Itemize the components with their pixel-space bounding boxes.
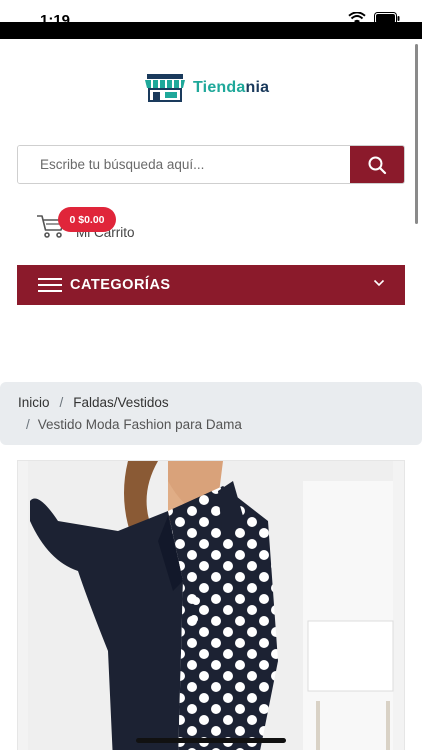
breadcrumb: Inicio / Faldas/Vestidos / Vestido Moda … (0, 382, 422, 445)
categories-menu[interactable]: CATEGORÍAS (17, 265, 405, 305)
breadcrumb-separator: / (26, 417, 30, 432)
breadcrumb-current: Vestido Moda Fashion para Dama (37, 417, 242, 432)
hamburger-icon (38, 278, 62, 292)
home-indicator (136, 738, 286, 743)
breadcrumb-category-link[interactable]: Faldas/Vestidos (73, 395, 168, 410)
breadcrumb-home-link[interactable]: Inicio (18, 395, 50, 410)
brand-logo[interactable]: Tiendania (143, 74, 269, 102)
product-image[interactable] (17, 460, 405, 750)
search-bar (17, 145, 405, 184)
product-photo (18, 461, 404, 750)
brand-name: Tiendania (193, 79, 270, 96)
search-button[interactable] (350, 146, 404, 183)
categories-label: CATEGORÍAS (70, 277, 171, 293)
store-logo-icon (145, 74, 185, 102)
search-icon (368, 156, 387, 174)
cart-button[interactable]: Mi Carrito 0 $0.00 (36, 207, 176, 247)
cart-total-badge: 0 $0.00 (58, 207, 116, 232)
top-bar-overlay (0, 22, 422, 39)
scrollbar[interactable] (415, 44, 418, 224)
breadcrumb-separator: / (59, 395, 64, 410)
search-input[interactable] (18, 146, 350, 183)
chevron-down-icon (373, 279, 385, 287)
